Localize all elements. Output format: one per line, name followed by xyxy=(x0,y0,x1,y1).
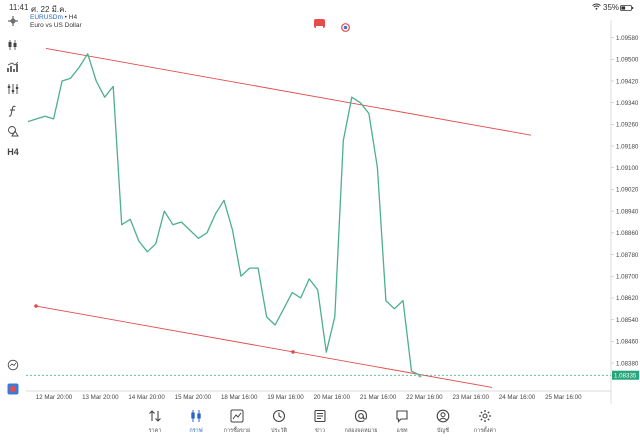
nav-item-mailbox-at[interactable]: กล่องจดหมาย xyxy=(339,408,383,442)
x-tick-label: 12 Mar 20:00 xyxy=(36,394,73,401)
nav-label: กราฟ xyxy=(189,428,203,434)
settings-gear-icon xyxy=(463,408,507,424)
nav-label: แชท xyxy=(396,428,408,434)
nav-item-quotes-arrows[interactable]: ราคา xyxy=(133,408,177,442)
price-series-line xyxy=(27,53,421,376)
x-tick-label: 15 Mar 20:00 xyxy=(175,394,212,401)
y-tick-label: 1.08860 xyxy=(616,230,639,237)
x-tick-label: 14 Mar 20:00 xyxy=(128,394,165,401)
trend-anchor-point xyxy=(34,304,38,308)
y-tick-label: 1.08380 xyxy=(616,360,639,367)
nav-item-history-clock[interactable]: ประวัติ xyxy=(257,408,301,442)
current-price-label: 1.08335 xyxy=(614,373,637,380)
y-tick-label: 1.08540 xyxy=(616,317,639,324)
y-tick-label: 1.08460 xyxy=(616,339,639,346)
y-tick-label: 1.09180 xyxy=(616,143,639,150)
x-tick-label: 19 Mar 16:00 xyxy=(267,394,304,401)
bottom-navigation: ราคา กราฟ การซื้อขาย ประวัติ ข่าว กล่องจดหมาย… xyxy=(0,404,640,447)
nav-item-candles[interactable]: กราฟ xyxy=(174,408,218,442)
nav-item-chat-bubble[interactable]: แชท xyxy=(380,408,424,442)
x-tick-label: 24 Mar 16:00 xyxy=(499,394,536,401)
history-clock-icon xyxy=(257,408,301,424)
trend-anchor-point xyxy=(291,350,295,354)
y-tick-label: 1.08700 xyxy=(616,274,639,281)
nav-label: ข่าว xyxy=(315,428,325,434)
nav-item-news-book[interactable]: ข่าว xyxy=(298,408,342,442)
nav-label: การตั้งค่า xyxy=(473,428,497,434)
x-tick-label: 18 Mar 16:00 xyxy=(221,394,258,401)
y-tick-label: 1.08940 xyxy=(616,208,639,215)
x-tick-label: 23 Mar 16:00 xyxy=(452,394,489,401)
x-tick-label: 21 Mar 16:00 xyxy=(360,394,397,401)
nav-label: ประวัติ xyxy=(270,428,288,434)
x-tick-label: 25 Mar 16:00 xyxy=(545,394,582,401)
chat-bubble-icon xyxy=(380,408,424,424)
news-book-icon xyxy=(298,408,342,424)
y-tick-label: 1.09580 xyxy=(616,35,639,42)
candles-icon xyxy=(174,408,218,424)
nav-label: กล่องจดหมาย xyxy=(344,428,378,434)
nav-label: การซื้อขาย xyxy=(223,428,251,434)
price-chart[interactable]: 1.09580 1.09500 1.09420 1.09340 1.09260 1.091… xyxy=(0,0,640,404)
x-tick-label: 22 Mar 16:00 xyxy=(406,394,443,401)
account-person-icon xyxy=(421,408,465,424)
y-tick-label: 1.08620 xyxy=(616,295,639,302)
x-tick-label: 20 Mar 16:00 xyxy=(314,394,351,401)
nav-item-account-person[interactable]: บัญชี xyxy=(421,408,465,442)
nav-item-settings-gear[interactable]: การตั้งค่า xyxy=(463,408,507,442)
y-tick-label: 1.09340 xyxy=(616,100,639,107)
trend-line xyxy=(45,47,532,136)
trade-chart-icon xyxy=(215,408,259,424)
nav-item-trade-chart[interactable]: การซื้อขาย xyxy=(215,408,259,442)
y-tick-label: 1.09260 xyxy=(616,122,639,129)
y-tick-label: 1.09420 xyxy=(616,78,639,85)
mailbox-at-icon xyxy=(339,408,383,424)
nav-label: บัญชี xyxy=(437,428,449,434)
nav-label: ราคา xyxy=(148,428,162,434)
quotes-arrows-icon xyxy=(133,408,177,424)
y-tick-label: 1.09500 xyxy=(616,57,639,64)
y-tick-label: 1.09020 xyxy=(616,187,639,194)
y-tick-label: 1.09100 xyxy=(616,165,639,172)
y-tick-label: 1.08780 xyxy=(616,252,639,259)
x-tick-label: 13 Mar 20:00 xyxy=(82,394,119,401)
